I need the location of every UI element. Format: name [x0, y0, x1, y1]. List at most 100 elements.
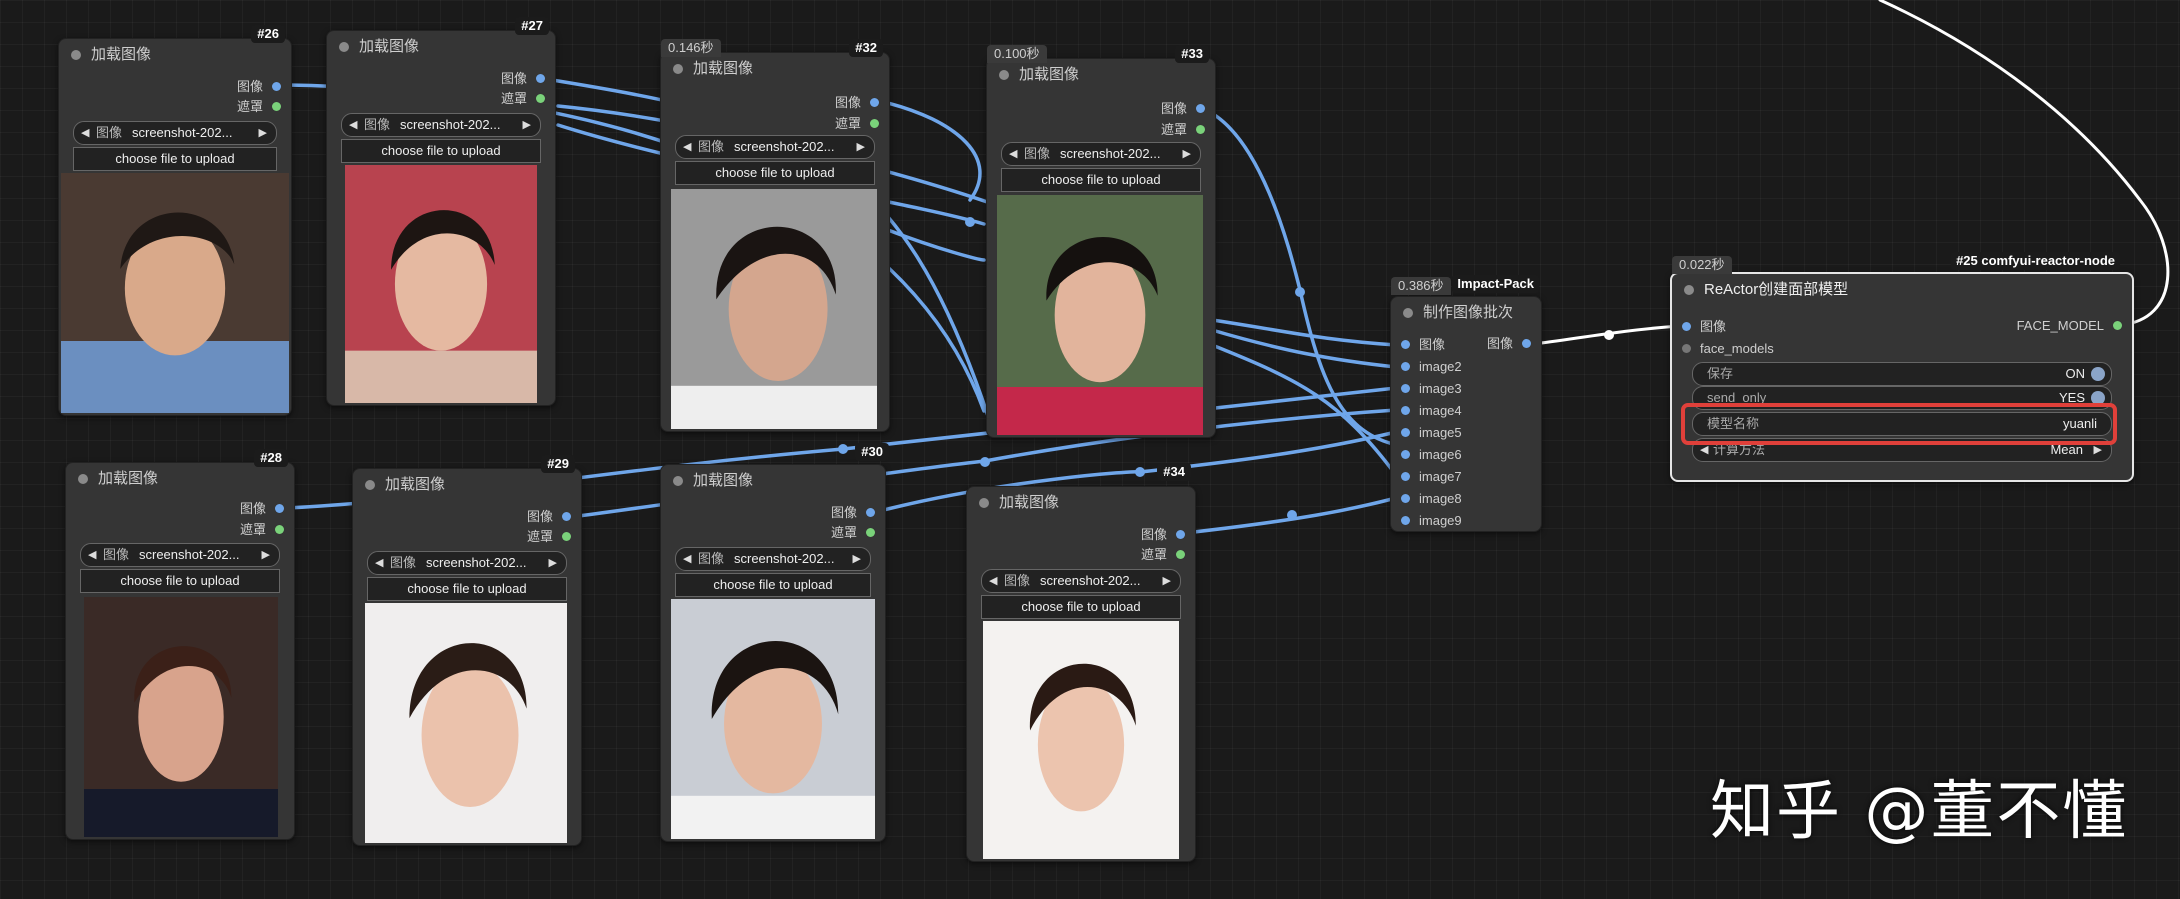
image-select[interactable]: ◀ 图像 screenshot-202... ▶	[981, 569, 1181, 593]
upload-button[interactable]: choose file to upload	[1001, 168, 1201, 192]
reactor-build-face-model-node[interactable]: 0.022秒 #25 comfyui-reactor-node ReActor创…	[1670, 252, 2134, 482]
node-id: #34	[1157, 463, 1191, 481]
port-dot-icon	[275, 525, 284, 534]
output-face-model[interactable]: FACE_MODEL	[2017, 316, 2122, 336]
exec-time: 0.386秒	[1391, 277, 1451, 295]
image-select[interactable]: ◀ 图像 screenshot-202... ▶	[80, 543, 280, 567]
node-title-bar[interactable]: 加载图像	[661, 465, 885, 497]
load-image-node-34[interactable]: #34 加载图像 图像 遮罩 ◀ 图像 screenshot-202... ▶ cho…	[966, 463, 1196, 862]
input-image9[interactable]: image9	[1401, 510, 1462, 531]
port-dot-icon	[1401, 472, 1410, 481]
node-title: ReActor创建面部模型	[1704, 281, 1849, 298]
port-dot-icon	[536, 74, 545, 83]
output-image[interactable]: 图像	[831, 503, 875, 523]
output-mask[interactable]: 遮罩	[831, 523, 875, 543]
arrow-left-icon: ◀	[1009, 148, 1018, 160]
upload-button[interactable]: choose file to upload	[80, 569, 280, 593]
port-dot-icon	[870, 98, 879, 107]
image-select[interactable]: ◀ 图像 screenshot-202... ▶	[341, 113, 541, 137]
collapse-dot-icon[interactable]	[78, 474, 88, 484]
upload-button[interactable]: choose file to upload	[341, 139, 541, 163]
output-mask[interactable]: 遮罩	[1161, 120, 1205, 140]
image-select[interactable]: ◀ 图像 screenshot-202... ▶	[73, 121, 277, 145]
save-toggle[interactable]: 保存 ON	[1692, 362, 2112, 386]
arrow-left-icon: ◀	[683, 141, 692, 153]
input-image2[interactable]: image2	[1401, 356, 1462, 377]
upload-button[interactable]: choose file to upload	[981, 595, 1181, 619]
collapse-dot-icon[interactable]	[1684, 285, 1694, 295]
node-title-bar[interactable]: ReActor创建面部模型	[1672, 274, 2132, 306]
input-image[interactable]: 图像	[1682, 316, 1726, 337]
load-image-node-26[interactable]: #26 加载图像 图像 遮罩 ◀ 图像 screenshot-202... ▶ cho…	[58, 25, 292, 416]
node-title-bar[interactable]: 加载图像	[59, 39, 291, 71]
port-dot-icon	[1401, 406, 1410, 415]
input-image7[interactable]: image7	[1401, 466, 1462, 487]
load-image-node-32[interactable]: 0.146秒 #32 加载图像 图像 遮罩 ◀ 图像 screenshot-202.…	[660, 39, 890, 432]
node-title: 加载图像	[359, 38, 420, 55]
output-mask[interactable]: 遮罩	[835, 114, 879, 134]
input-image1[interactable]: 图像	[1401, 334, 1445, 355]
port-dot-icon	[1176, 530, 1185, 539]
upload-button[interactable]: choose file to upload	[367, 577, 567, 601]
output-image[interactable]: 图像	[501, 69, 545, 89]
node-title-bar[interactable]: 加载图像	[967, 487, 1195, 519]
collapse-dot-icon[interactable]	[71, 50, 81, 60]
node-title-bar[interactable]: 加载图像	[661, 53, 889, 85]
collapse-dot-icon[interactable]	[339, 42, 349, 52]
upload-button[interactable]: choose file to upload	[675, 573, 871, 597]
output-mask[interactable]: 遮罩	[527, 527, 571, 547]
collapse-dot-icon[interactable]	[365, 480, 375, 490]
output-image[interactable]: 图像	[1161, 99, 1205, 119]
output-image[interactable]: 图像	[835, 93, 879, 113]
collapse-dot-icon[interactable]	[673, 476, 683, 486]
arrow-right-icon: ▶	[1162, 575, 1171, 587]
port-dot-icon	[866, 528, 875, 537]
output-mask[interactable]: 遮罩	[237, 97, 281, 117]
input-image3[interactable]: image3	[1401, 378, 1462, 399]
collapse-dot-icon[interactable]	[673, 64, 683, 74]
input-face-models[interactable]: face_models	[1682, 338, 1774, 359]
input-image6[interactable]: image6	[1401, 444, 1462, 465]
link-34-img	[1183, 496, 1398, 535]
load-image-node-30[interactable]: #30 加载图像 图像 遮罩 ◀ 图像 screenshot-202... ▶ cho…	[660, 443, 889, 842]
portrait-image	[365, 603, 567, 843]
collapse-dot-icon[interactable]	[1403, 308, 1413, 318]
link-32-b	[886, 228, 986, 262]
output-mask[interactable]: 遮罩	[1141, 545, 1185, 565]
collapse-dot-icon[interactable]	[979, 498, 989, 508]
image-select[interactable]: ◀ 图像 screenshot-202... ▶	[675, 547, 871, 571]
load-image-node-28[interactable]: #28 加载图像 图像 遮罩 ◀ 图像 screenshot-202... ▶ cho…	[65, 449, 295, 840]
output-image[interactable]: 图像	[1487, 334, 1531, 354]
load-image-node-27[interactable]: #27 加载图像 图像 遮罩 ◀ 图像 screenshot-202... ▶ cho…	[326, 17, 556, 406]
portrait-image	[345, 165, 537, 403]
image-select[interactable]: ◀ 图像 screenshot-202... ▶	[367, 551, 567, 575]
input-image5[interactable]: image5	[1401, 422, 1462, 443]
arrow-left-icon: ◀	[88, 549, 97, 561]
output-mask[interactable]: 遮罩	[501, 89, 545, 109]
output-image[interactable]: 图像	[237, 77, 281, 97]
port-dot-icon	[562, 532, 571, 541]
image-select[interactable]: ◀ 图像 screenshot-202... ▶	[1001, 142, 1201, 166]
node-title: 加载图像	[1019, 66, 1080, 83]
image-select[interactable]: ◀ 图像 screenshot-202... ▶	[675, 135, 875, 159]
node-title-bar[interactable]: 加载图像	[987, 59, 1215, 91]
output-image[interactable]: 图像	[1141, 525, 1185, 545]
arrow-right-icon: ▶	[258, 127, 267, 139]
output-image[interactable]: 图像	[240, 499, 284, 519]
upload-button[interactable]: choose file to upload	[675, 161, 875, 185]
load-image-node-33[interactable]: 0.100秒 #33 加载图像 图像 遮罩 ◀ 图像 screenshot-202.…	[986, 45, 1216, 438]
node-title-bar[interactable]: 加载图像	[327, 31, 555, 63]
node-title-bar[interactable]: 加载图像	[353, 469, 581, 501]
upload-button[interactable]: choose file to upload	[73, 147, 277, 171]
collapse-dot-icon[interactable]	[999, 70, 1009, 80]
node-title: 制作图像批次	[1423, 304, 1514, 321]
load-image-node-29[interactable]: #29 加载图像 图像 遮罩 ◀ 图像 screenshot-202... ▶ cho…	[352, 455, 582, 846]
node-title-bar[interactable]: 加载图像	[66, 463, 294, 495]
output-mask[interactable]: 遮罩	[240, 520, 284, 540]
input-image8[interactable]: image8	[1401, 488, 1462, 509]
node-title-bar[interactable]: 制作图像批次	[1391, 297, 1541, 329]
output-image[interactable]: 图像	[527, 507, 571, 527]
make-image-batch-node[interactable]: 0.386秒 Impact-Pack 制作图像批次 图像 图像 image2 i…	[1390, 275, 1542, 532]
exec-time: 0.022秒	[1672, 256, 1732, 274]
input-image4[interactable]: image4	[1401, 400, 1462, 421]
